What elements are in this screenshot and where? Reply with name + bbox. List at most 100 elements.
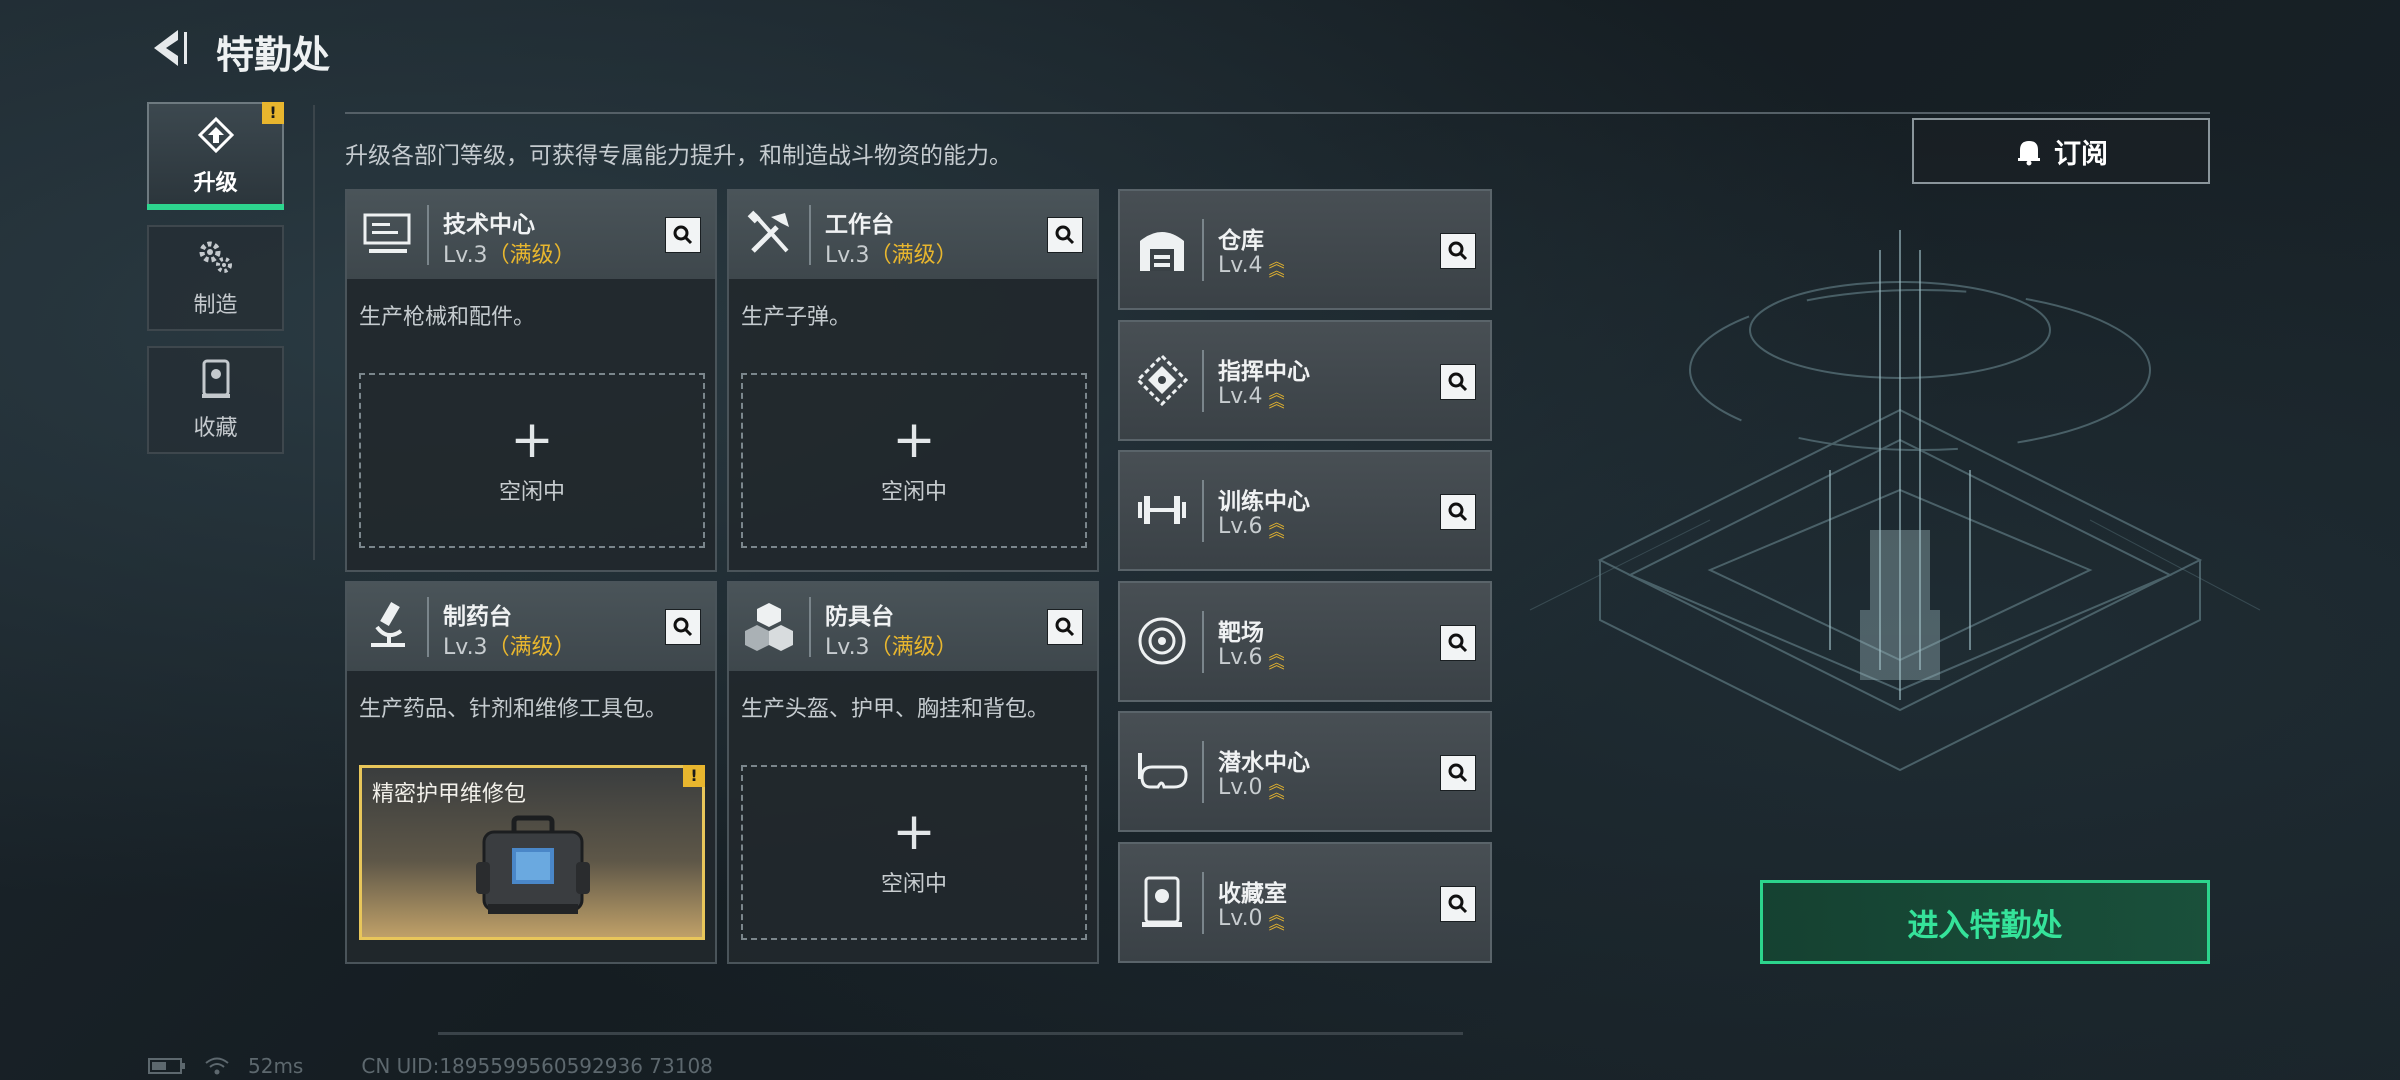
user-uid: CN UID:1895599560592936 73108 <box>361 1054 713 1078</box>
header-separator <box>427 205 429 265</box>
alert-badge: ! <box>683 765 705 787</box>
diving-mask-icon <box>1138 753 1188 789</box>
add-icon: + <box>892 409 936 470</box>
magnifier-icon <box>1448 502 1468 522</box>
header-separator <box>427 597 429 657</box>
magnifier-icon <box>1448 894 1468 914</box>
production-slot-empty[interactable]: + 空闲中 <box>741 373 1087 548</box>
magnifier-icon <box>1448 241 1468 261</box>
department-command-center[interactable]: 指挥中心 Lv.4 ︽ ︽ <box>1118 320 1492 441</box>
department-collection-room[interactable]: 收藏室 Lv.0 ︽ ︽ <box>1118 842 1492 963</box>
warehouse-icon <box>1140 232 1184 271</box>
facility-level: Lv.3（满级） <box>825 635 958 660</box>
magnifier-icon <box>1055 617 1075 637</box>
magnifier-icon <box>1448 763 1468 783</box>
magnifier-icon <box>1448 372 1468 392</box>
wifi-icon <box>205 1057 229 1075</box>
upgrade-chevron-icon: ︽ ︽ <box>1268 774 1285 802</box>
command-icon <box>1135 353 1189 407</box>
tab-collection-label: 收藏 <box>193 416 238 441</box>
subscribe-label: 订阅 <box>2054 138 2108 170</box>
inspect-button[interactable] <box>1440 233 1476 269</box>
department-training-center[interactable]: 训练中心 Lv.6 ︽ ︽ <box>1118 450 1492 571</box>
enter-special-ops-button[interactable]: 进入特勤处 <box>1760 880 2210 964</box>
inspect-button[interactable] <box>1440 494 1476 530</box>
page-title: 特勤处 <box>216 33 331 77</box>
upgrade-chevron-icon: ︽ ︽ <box>1268 644 1285 672</box>
headquarters-hologram-image <box>1529 230 2261 772</box>
gears-icon <box>199 241 232 273</box>
facility-card-workbench[interactable]: 工作台 Lv.3（满级） 生产子弹。 + 空闲中 <box>727 189 1099 572</box>
upgrade-chevron-icon: ︽ ︽ <box>1268 905 1285 933</box>
department-level: Lv.4 ︽ ︽ <box>1218 252 1285 280</box>
facility-level: Lv.3（满级） <box>825 243 958 268</box>
department-warehouse[interactable]: 仓库 Lv.4 ︽ ︽ <box>1118 189 1492 310</box>
facility-description: 生产药品、针剂和维修工具包。 <box>359 697 668 722</box>
magnifier-icon <box>673 617 693 637</box>
inspect-button[interactable] <box>1440 755 1476 791</box>
production-slot-empty[interactable]: + 空闲中 <box>741 765 1087 940</box>
facility-name: 防具台 <box>825 604 894 630</box>
department-name: 靶场 <box>1218 620 1264 646</box>
enter-label: 进入特勤处 <box>1907 907 2063 944</box>
slot-status: 空闲中 <box>880 871 947 897</box>
department-name: 指挥中心 <box>1218 359 1310 385</box>
header-separator <box>1202 872 1204 934</box>
inspect-button[interactable] <box>1440 364 1476 400</box>
dumbbell-icon <box>1138 496 1186 524</box>
facility-description: 生产头盔、护甲、胸挂和背包。 <box>741 697 1050 722</box>
department-name: 训练中心 <box>1218 489 1310 515</box>
microscope-icon <box>371 601 405 647</box>
facility-header: 防具台 Lv.3（满级） <box>729 583 1097 671</box>
department-level: Lv.0 ︽ ︽ <box>1218 774 1285 802</box>
bottom-divider <box>438 1032 1463 1035</box>
department-shooting-range[interactable]: 靶场 Lv.6 ︽ ︽ <box>1118 581 1492 702</box>
facility-name: 制药台 <box>443 604 512 630</box>
inspect-button[interactable] <box>1440 625 1476 661</box>
upgrade-chevron-icon: ︽ ︽ <box>1268 383 1285 411</box>
header-separator <box>1202 611 1204 673</box>
slot-status: 空闲中 <box>880 479 947 505</box>
inspect-button[interactable] <box>665 609 701 645</box>
facility-card-tech-center[interactable]: 技术中心 Lv.3（满级） 生产枪械和配件。 + 空闲中 <box>345 189 717 572</box>
battery-icon <box>148 1058 185 1074</box>
bell-icon <box>2018 141 2040 166</box>
inspect-button[interactable] <box>665 217 701 253</box>
production-slot-item[interactable]: 精密护甲维修包 ! <box>359 765 705 940</box>
upgrade-icon <box>197 116 234 154</box>
department-level: Lv.6 ︽ ︽ <box>1218 644 1285 672</box>
facility-header: 技术中心 Lv.3（满级） <box>347 191 715 279</box>
department-name: 收藏室 <box>1218 881 1287 907</box>
inspect-button[interactable] <box>1047 609 1083 645</box>
status-bar: 52ms CN UID:1895599560592936 73108 <box>148 1054 713 1078</box>
back-arrow-icon <box>154 30 187 66</box>
department-level: Lv.4 ︽ ︽ <box>1218 383 1285 411</box>
facility-card-pharmacy[interactable]: 制药台 Lv.3（满级） 生产药品、针剂和维修工具包。 精密护甲维修包 ! <box>345 581 717 964</box>
upgrade-chevron-icon: ︽ ︽ <box>1268 252 1285 280</box>
facility-card-armor-bench[interactable]: 防具台 Lv.3（满级） 生产头盔、护甲、胸挂和背包。 + 空闲中 <box>727 581 1099 964</box>
item-name: 精密护甲维修包 <box>372 782 527 807</box>
facility-description: 生产子弹。 <box>741 305 852 330</box>
armor-blocks-icon <box>745 603 793 651</box>
slot-status: 空闲中 <box>498 479 565 505</box>
facility-level: Lv.3（满级） <box>443 635 576 660</box>
subscribe-button[interactable]: 订阅 <box>1912 118 2210 184</box>
header-divider <box>345 112 2210 114</box>
tab-upgrade[interactable]: 升级 ! <box>147 102 284 210</box>
department-level: Lv.0 ︽ ︽ <box>1218 905 1285 933</box>
back-button[interactable] <box>148 24 192 72</box>
add-icon: + <box>892 801 936 862</box>
department-diving-center[interactable]: 潜水中心 Lv.0 ︽ ︽ <box>1118 711 1492 832</box>
facility-header: 工作台 Lv.3（满级） <box>729 191 1097 279</box>
inspect-button[interactable] <box>1440 886 1476 922</box>
nav-divider <box>313 105 315 560</box>
tab-collection[interactable]: 收藏 <box>147 346 284 454</box>
facility-level: Lv.3（满级） <box>443 243 576 268</box>
production-slot-empty[interactable]: + 空闲中 <box>359 373 705 548</box>
inspect-button[interactable] <box>1047 217 1083 253</box>
magnifier-icon <box>1448 633 1468 653</box>
department-level: Lv.6 ︽ ︽ <box>1218 513 1285 541</box>
header-separator <box>809 597 811 657</box>
ping-value: 52ms <box>248 1054 304 1078</box>
tab-craft[interactable]: 制造 <box>147 225 284 331</box>
